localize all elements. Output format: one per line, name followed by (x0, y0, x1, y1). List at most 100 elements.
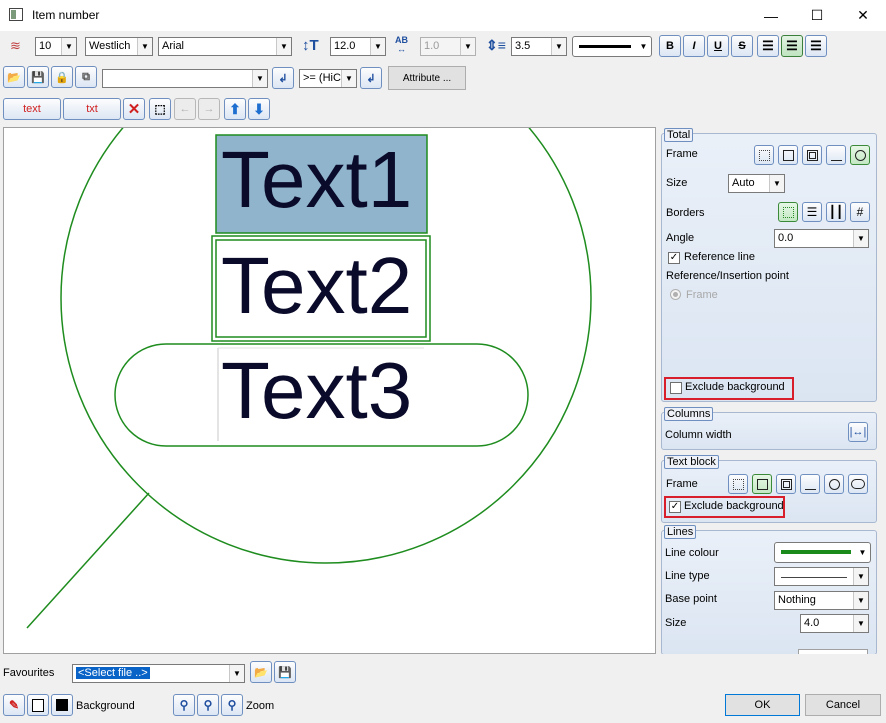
line-spacing-value: 3.5 (515, 40, 531, 52)
save-button[interactable]: 💾 (27, 66, 49, 88)
underline-button[interactable]: U (707, 35, 729, 57)
select-area-button[interactable]: ⬚ (149, 98, 171, 120)
line-spacing-select[interactable]: 3.5 ▼ (511, 37, 567, 56)
lock-button[interactable]: 🔒 (51, 66, 73, 88)
insert-txt-button[interactable]: txt (63, 98, 121, 120)
lines-group: Lines Line colour ▼ Line type ▼ Base poi… (661, 525, 877, 654)
zoom-fit-button[interactable]: ⚲ (221, 694, 243, 716)
tb-frame-double-button[interactable] (776, 474, 796, 494)
tb-frame-circle-button[interactable] (824, 474, 844, 494)
insert-attribute-button[interactable]: ↲ (272, 67, 294, 89)
column-width-icon: |↔| (849, 426, 867, 438)
favourites-save-button[interactable]: 💾 (274, 661, 296, 683)
line-style-select[interactable]: ▼ (572, 36, 652, 57)
borders-none-button[interactable] (778, 202, 798, 222)
total-group: Total Frame Size Auto ▼ Borders ☰ ┃┃ # An… (661, 128, 877, 402)
background-color-button[interactable]: ✎ (3, 694, 25, 716)
condition-select[interactable]: >= (HiC ▼ (299, 69, 357, 88)
enter-arrow-icon: ↲ (278, 72, 288, 85)
zoom-out-button[interactable]: ⚲ (197, 694, 219, 716)
bold-button[interactable]: B (659, 35, 681, 57)
copy-button[interactable]: ⧉ (75, 66, 97, 88)
text2[interactable]: Text2 (221, 246, 412, 326)
tb-frame-none-button[interactable] (728, 474, 748, 494)
italic-button[interactable]: I (683, 35, 705, 57)
chevron-down-icon: ▼ (341, 70, 356, 87)
text1[interactable]: Text1 (221, 140, 412, 220)
chevron-down-icon: ▼ (853, 592, 868, 609)
text-block-exclude-background-checkbox[interactable]: ✓ (669, 501, 681, 513)
align-left-icon: ☰ (762, 38, 774, 53)
title-bar: Item number — ☐ ✕ (0, 0, 886, 31)
favourites-select[interactable]: <Select file ..> ▼ (72, 664, 245, 683)
tb-frame-underline-button[interactable] (800, 474, 820, 494)
close-button[interactable]: ✕ (840, 0, 886, 31)
chevron-down-icon: ▼ (252, 70, 267, 87)
align-left-button[interactable]: ☰ (757, 35, 779, 57)
line-type-select[interactable]: ▼ (774, 567, 869, 586)
width-ratio-select: 1.0 ▼ (420, 37, 476, 56)
zoom-in-button[interactable]: ⚲ (173, 694, 195, 716)
frame-underline-button[interactable] (826, 145, 846, 165)
text-toolbar: text txt ✕ ⬚ ← → ⬆ ⬇ (0, 97, 886, 123)
line-colour-select[interactable]: ▼ (774, 542, 871, 563)
enter-arrow-icon: ↲ (366, 72, 376, 85)
delete-button[interactable]: ✕ (123, 98, 145, 120)
minimize-button[interactable]: — (748, 0, 794, 31)
total-frame-label: Frame (666, 148, 698, 160)
frame-radio-label: Frame (686, 289, 718, 301)
font-select[interactable]: Arial ▼ (158, 37, 292, 56)
total-exclude-background-checkbox[interactable] (670, 382, 682, 394)
reference-line-checkbox[interactable]: ✓ (668, 252, 680, 264)
align-right-button[interactable]: ☰ (805, 35, 827, 57)
frame-none-button[interactable] (754, 145, 774, 165)
frame-circle-button[interactable] (850, 145, 870, 165)
frame-double-button[interactable] (802, 145, 822, 165)
borders-vertical-button[interactable]: ┃┃ (826, 202, 846, 222)
text-height-select[interactable]: 12.0 ▼ (330, 37, 386, 56)
column-width-button[interactable]: |↔| (848, 422, 868, 442)
base-point-select[interactable]: Nothing ▼ (774, 591, 869, 610)
font-style-select[interactable]: Westlich ▼ (85, 37, 153, 56)
maximize-button[interactable]: ☐ (794, 0, 840, 31)
zoom-out-icon: ⚲ (203, 698, 213, 712)
open-button[interactable]: 📂 (3, 66, 25, 88)
move-up-button[interactable]: ⬆ (224, 98, 246, 120)
chevron-down-icon: ▼ (639, 42, 648, 51)
size-value: Auto (732, 177, 755, 189)
black-background-button[interactable] (51, 694, 73, 716)
layer-select[interactable]: 10 ▼ (35, 37, 77, 56)
cancel-button[interactable]: Cancel (805, 694, 881, 716)
attribute-button[interactable]: Attribute ... (388, 66, 466, 90)
move-down-button[interactable]: ⬇ (248, 98, 270, 120)
lines-size-select[interactable]: 4.0 ▼ (800, 614, 869, 633)
text-block-group: Text block Frame ✓ Exclude background (661, 455, 877, 523)
chevron-down-icon: ▼ (370, 38, 385, 55)
strikethrough-button[interactable]: S (731, 35, 753, 57)
text3[interactable]: Text3 (221, 351, 412, 431)
frame-single-button[interactable] (778, 145, 798, 165)
align-center-button[interactable]: ☰ (781, 35, 803, 57)
vertical-lines-icon: ┃┃ (828, 205, 844, 219)
lines-size-value: 4.0 (804, 617, 820, 629)
tb-frame-rounded-button[interactable] (848, 474, 868, 494)
base-point-value: Nothing (778, 594, 816, 606)
chevron-down-icon: ▼ (460, 38, 475, 55)
insert-condition-button[interactable]: ↲ (360, 67, 382, 89)
lines-title: Lines (664, 525, 697, 539)
insert-text-button[interactable]: text (3, 98, 61, 120)
white-background-button[interactable] (27, 694, 49, 716)
paint-icon: ✎ (8, 698, 20, 712)
lock-icon: 🔒 (55, 71, 69, 84)
favourites-open-button[interactable]: 📂 (250, 661, 272, 683)
ok-button[interactable]: OK (725, 694, 800, 716)
size-select[interactable]: Auto ▼ (728, 174, 785, 193)
angle-select[interactable]: 0.0 ▼ (774, 229, 869, 248)
attribute-select[interactable]: ▼ (102, 69, 268, 88)
borders-horizontal-button[interactable]: ☰ (802, 202, 822, 222)
tb-frame-single-button[interactable] (752, 474, 772, 494)
square-icon (756, 478, 768, 490)
borders-grid-button[interactable]: # (850, 202, 870, 222)
format-toolbar: ≋ 10 ▼ Westlich ▼ Arial ▼ ↕T 12.0 ▼ AB ↔ 1.0 ▼… (0, 33, 886, 59)
preview-canvas[interactable]: Text1 Text2 Text3 (3, 127, 656, 654)
